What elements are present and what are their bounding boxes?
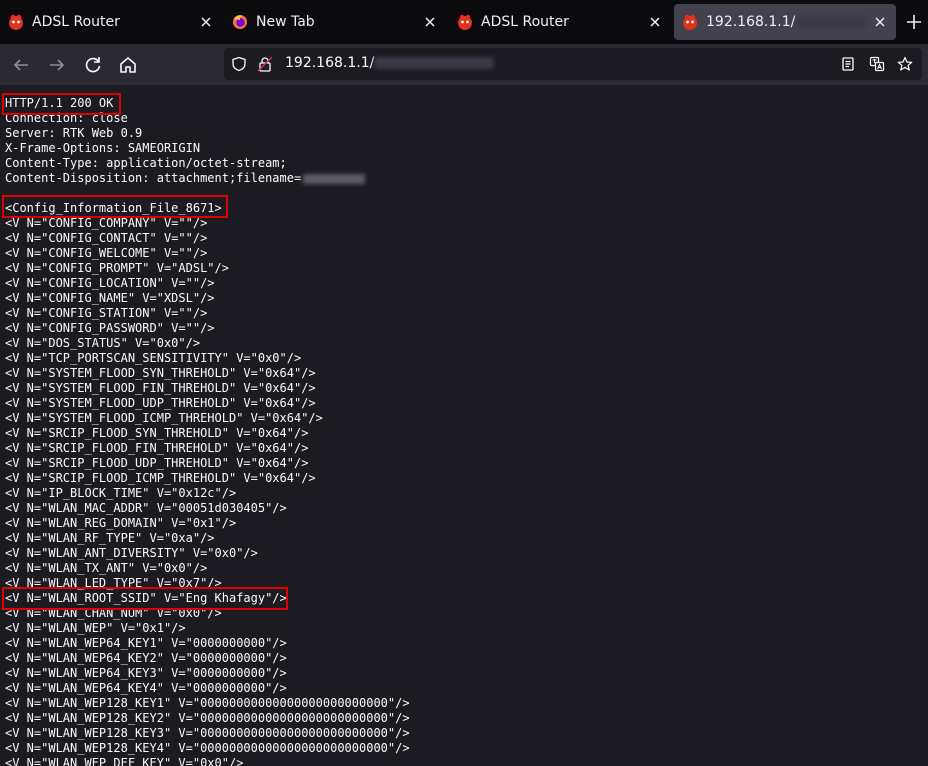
config-entry: <V N="SRCIP_FLOOD_UDP_THREHOLD" V="0x64"… xyxy=(5,456,309,470)
config-lines: <Config_Information_File_8671> <V N="CONF… xyxy=(5,201,410,766)
firefox-icon xyxy=(233,15,247,29)
config-entry: <V N="WLAN_WEP64_KEY1" V="0000000000"/> xyxy=(5,636,287,650)
config-entry: <V N="SYSTEM_FLOOD_ICMP_THREHOLD" V="0x6… xyxy=(5,411,323,425)
config-entry: <V N="WLAN_WEP_DEF_KEY" V="0x0"/> xyxy=(5,756,244,766)
forward-icon[interactable] xyxy=(46,54,68,76)
close-icon[interactable] xyxy=(647,14,663,30)
config-entry: <V N="SRCIP_FLOOD_SYN_THREHOLD" V="0x64"… xyxy=(5,426,309,440)
config-entry: <V N="WLAN_WEP128_KEY3" V="0000000000000… xyxy=(5,726,410,740)
redacted-text xyxy=(797,16,868,28)
reader-view-icon[interactable] xyxy=(840,56,856,72)
bookmark-star-icon[interactable] xyxy=(897,56,913,72)
highlight-box-status xyxy=(2,93,121,115)
config-entry: <V N="WLAN_WEP64_KEY2" V="0000000000"/> xyxy=(5,651,287,665)
tab-adsl-router-1[interactable]: ADSL Router xyxy=(0,0,222,44)
tab-strip: ADSL Router New Tab ADSL Router 192.168.… xyxy=(0,0,928,44)
config-entry: <V N="DOS_STATUS" V="0x0"/> xyxy=(5,336,201,350)
config-entry: <V N="CONFIG_PROMPT" V="ADSL"/> xyxy=(5,261,229,275)
config-entry: <V N="CONFIG_LOCATION" V=""/> xyxy=(5,276,215,290)
nav-bar: 192.168.1.1/ xyxy=(0,44,928,85)
header-line: X-Frame-Options: SAMEORIGIN xyxy=(5,141,201,155)
tab-title: ADSL Router xyxy=(32,14,120,30)
url-bar[interactable]: 192.168.1.1/ xyxy=(224,48,922,80)
config-entry: <V N="WLAN_MAC_ADDR" V="00051d030405"/> xyxy=(5,501,287,515)
config-entry: <V N="TCP_PORTSCAN_SENSITIVITY" V="0x0"/… xyxy=(5,351,302,365)
close-icon[interactable] xyxy=(872,14,888,30)
config-entry: <V N="WLAN_WEP64_KEY4" V="0000000000"/> xyxy=(5,681,287,695)
config-entry: <V N="CONFIG_COMPANY" V=""/> xyxy=(5,216,208,230)
config-entry: <V N="WLAN_REG_DOMAIN" V="0x1"/> xyxy=(5,516,237,530)
config-entry: <V N="CONFIG_PASSWORD" V=""/> xyxy=(5,321,215,335)
config-entry: <V N="WLAN_ANT_DIVERSITY" V="0x0"/> xyxy=(5,546,258,560)
config-entry: <V N="CONFIG_STATION" V=""/> xyxy=(5,306,208,320)
translate-icon[interactable] xyxy=(869,56,885,72)
shield-icon[interactable] xyxy=(231,56,247,72)
highlight-box-config-header xyxy=(2,195,228,218)
config-entry: <V N="WLAN_WEP128_KEY4" V="0000000000000… xyxy=(5,741,410,755)
reload-icon[interactable] xyxy=(82,54,104,76)
tab-title: New Tab xyxy=(256,14,315,30)
config-entry: <V N="CONFIG_WELCOME" V=""/> xyxy=(5,246,208,260)
back-icon[interactable] xyxy=(10,54,32,76)
page-content: HTTP/1.1 200 OK Connection: close Server… xyxy=(0,85,928,766)
tab-title: 192.168.1.1/ xyxy=(706,14,796,30)
router-favicon-icon xyxy=(683,14,697,30)
config-entry: <V N="SRCIP_FLOOD_ICMP_THREHOLD" V="0x64… xyxy=(5,471,316,485)
config-entry: <V N="WLAN_WEP128_KEY2" V="0000000000000… xyxy=(5,711,410,725)
config-entry: <V N="WLAN_WEP64_KEY3" V="0000000000"/> xyxy=(5,666,287,680)
router-favicon-icon xyxy=(458,14,472,30)
config-entry: <V N="WLAN_WEP128_KEY1" V="0000000000000… xyxy=(5,696,410,710)
config-entry: <V N="WLAN_RF_TYPE" V="0xa"/> xyxy=(5,531,215,545)
home-icon[interactable] xyxy=(117,54,139,76)
header-line: Server: RTK Web 0.9 xyxy=(5,126,143,140)
config-entry: <V N="SYSTEM_FLOOD_FIN_THREHOLD" V="0x64… xyxy=(5,381,316,395)
close-icon[interactable] xyxy=(198,14,214,30)
config-entry: <V N="CONFIG_CONTACT" V=""/> xyxy=(5,231,208,245)
content-disposition-line: Content-Disposition: attachment;filename… xyxy=(5,171,410,186)
close-icon[interactable] xyxy=(422,14,438,30)
header-text: Content-Disposition: attachment;filename… xyxy=(5,171,302,185)
tab-adsl-router-2[interactable]: ADSL Router xyxy=(449,0,671,44)
redacted-text xyxy=(374,57,495,69)
config-entry: <V N="SYSTEM_FLOOD_UDP_THREHOLD" V="0x64… xyxy=(5,396,316,410)
router-favicon-icon xyxy=(9,14,23,30)
header-line: Content-Type: application/octet-stream; xyxy=(5,156,287,170)
tab-active-config[interactable]: 192.168.1.1/ xyxy=(674,4,896,40)
insecure-lock-icon[interactable] xyxy=(257,56,273,72)
new-tab-icon[interactable] xyxy=(904,12,924,32)
tab-new-tab[interactable]: New Tab xyxy=(224,0,446,44)
config-entry: <V N="WLAN_WEP" V="0x1"/> xyxy=(5,621,186,635)
tab-title: ADSL Router xyxy=(481,14,569,30)
url-text[interactable]: 192.168.1.1/ xyxy=(285,55,495,71)
config-entry: <V N="SYSTEM_FLOOD_SYN_THREHOLD" V="0x64… xyxy=(5,366,316,380)
redacted-text xyxy=(303,173,366,184)
highlight-box-root-ssid xyxy=(2,587,288,610)
config-entry: <V N="IP_BLOCK_TIME" V="0x12c"/> xyxy=(5,486,237,500)
config-entry: <V N="CONFIG_NAME" V="XDSL"/> xyxy=(5,291,215,305)
url-host: 192.168.1.1/ xyxy=(285,55,375,71)
config-entry: <V N="SRCIP_FLOOD_FIN_THREHOLD" V="0x64"… xyxy=(5,441,309,455)
config-entry: <V N="WLAN_TX_ANT" V="0x0"/> xyxy=(5,561,208,575)
